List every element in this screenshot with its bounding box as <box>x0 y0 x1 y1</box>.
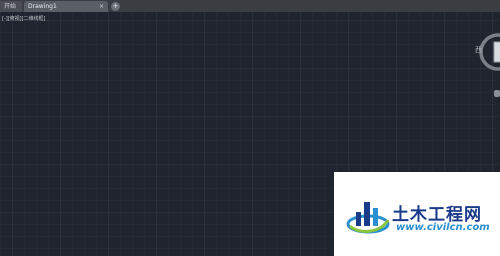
navigation-bar-handle[interactable] <box>494 90 500 97</box>
viewcube-face[interactable] <box>493 41 500 63</box>
tab-close-icon[interactable]: × <box>99 1 104 12</box>
watermark-logo-icon <box>346 202 390 234</box>
tab-drawing1-label: Drawing1 <box>28 3 57 10</box>
cad-application: 开始 Drawing1 × + [-][俯视][二维线框] 西 土木工程网 ww… <box>0 0 500 256</box>
compass-west-label: 西 <box>475 46 482 54</box>
new-tab-button[interactable]: + <box>111 2 120 11</box>
tab-start[interactable]: 开始 <box>0 1 22 12</box>
viewport-controls[interactable]: [-][俯视][二维线框] <box>2 15 46 22</box>
tab-start-label: 开始 <box>4 3 17 10</box>
tab-drawing1[interactable]: Drawing1 × <box>24 1 108 12</box>
watermark: 土木工程网 www.civilcn.com <box>334 172 500 256</box>
watermark-url: www.civilcn.com <box>396 222 490 233</box>
